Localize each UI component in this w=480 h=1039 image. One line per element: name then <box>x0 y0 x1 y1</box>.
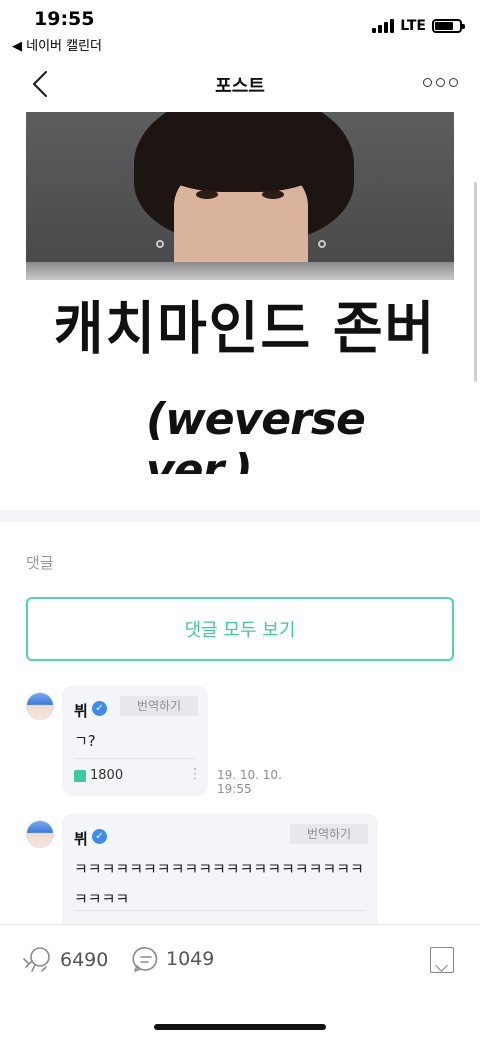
bottom-action-bar: 6490 1049 <box>0 924 480 1039</box>
comment-timestamp: 19. 10. 10. 19:55 <box>217 768 282 796</box>
comment-bubble-icon <box>132 947 158 972</box>
comment-bubble: 뷔 ✓ 번역하기 ㅋㅋㅋㅋㅋㅋㅋㅋㅋㅋㅋㅋㅋㅋㅋㅋㅋㅋㅋㅋㅋ ㅋㅋㅋㅋ <box>62 814 378 924</box>
comment-text: ㄱ? <box>74 732 96 750</box>
avatar[interactable] <box>26 692 54 720</box>
view-all-comments-button[interactable]: 댓글 모두 보기 <box>26 597 454 661</box>
comments-header: 댓글 <box>26 554 54 572</box>
post-comment-button[interactable]: 1049 <box>132 945 214 973</box>
scrollbar[interactable] <box>474 182 477 382</box>
post-like-count: 6490 <box>60 949 109 971</box>
battery-icon <box>432 19 465 33</box>
photo-rail <box>26 262 454 280</box>
status-time: 19:55 <box>34 8 95 30</box>
back-to-app-link[interactable]: ◀ 네이버 캘린더 <box>12 35 102 54</box>
comment-author[interactable]: 뷔 <box>74 700 88 721</box>
comment-text: ㅋㅋㅋㅋㅋㅋㅋㅋㅋㅋㅋㅋㅋㅋㅋㅋㅋㅋㅋㅋㅋ ㅋㅋㅋㅋ <box>74 854 370 914</box>
like-button[interactable]: 1800 <box>74 768 123 783</box>
comment-item: 뷔 ✓ 번역하기 ㄱ? 1800 ⋮ 19. 10. 10. 19:55 <box>26 686 454 798</box>
earring-right <box>318 240 326 248</box>
image-caption-line1: 캐치마인드 존버 <box>53 295 437 362</box>
verified-icon: ✓ <box>92 701 107 716</box>
nav-bar: 포스트 <box>0 56 480 112</box>
avatar[interactable] <box>26 820 54 848</box>
earring-left <box>156 240 164 248</box>
signal-icon <box>372 19 395 33</box>
bookmark-icon[interactable] <box>430 947 454 973</box>
like-count: 1800 <box>90 768 124 783</box>
eye-left <box>196 190 218 199</box>
home-indicator[interactable] <box>154 1024 326 1030</box>
bubble-divider <box>74 758 196 759</box>
weverse-heart-icon <box>23 947 50 972</box>
status-indicators: LTE <box>372 18 465 34</box>
bubble-divider <box>74 910 366 911</box>
comment-menu-icon[interactable]: ⋮ <box>188 766 202 782</box>
post-image[interactable]: 캐치마인드 존버 (weverse ver.) <box>26 112 454 474</box>
comment-author[interactable]: 뷔 <box>74 828 88 849</box>
comment-time: 19:55 <box>217 782 252 796</box>
verified-icon: ✓ <box>92 829 107 844</box>
post-like-button[interactable]: 6490 <box>22 945 108 975</box>
status-bar: 19:55 ◀ 네이버 캘린더 LTE <box>0 0 480 56</box>
post-content[interactable]: 캐치마인드 존버 (weverse ver.) 댓글 댓글 모두 보기 뷔 ✓ … <box>0 112 480 924</box>
translate-button[interactable]: 번역하기 <box>290 824 368 844</box>
translate-button[interactable]: 번역하기 <box>120 696 198 716</box>
section-divider <box>0 510 480 522</box>
more-icon[interactable] <box>423 78 458 87</box>
page-title: 포스트 <box>215 76 265 97</box>
comment-bubble: 뷔 ✓ 번역하기 ㄱ? 1800 ⋮ <box>62 686 208 796</box>
comment-item: 뷔 ✓ 번역하기 ㅋㅋㅋㅋㅋㅋㅋㅋㅋㅋㅋㅋㅋㅋㅋㅋㅋㅋㅋㅋㅋ ㅋㅋㅋㅋ <box>26 814 454 924</box>
eye-right <box>262 190 284 199</box>
thumbs-up-icon <box>74 769 86 782</box>
post-comment-count: 1049 <box>166 948 215 970</box>
fringe-shape <box>156 120 326 192</box>
image-caption-line2: (weverse ver.) <box>146 394 366 474</box>
comment-date: 19. 10. 10. <box>217 768 282 782</box>
network-label: LTE <box>400 18 426 34</box>
comment-text-line1: ㅋㅋㅋㅋㅋㅋㅋㅋㅋㅋㅋㅋㅋㅋㅋㅋㅋㅋㅋㅋㅋ <box>74 860 364 878</box>
